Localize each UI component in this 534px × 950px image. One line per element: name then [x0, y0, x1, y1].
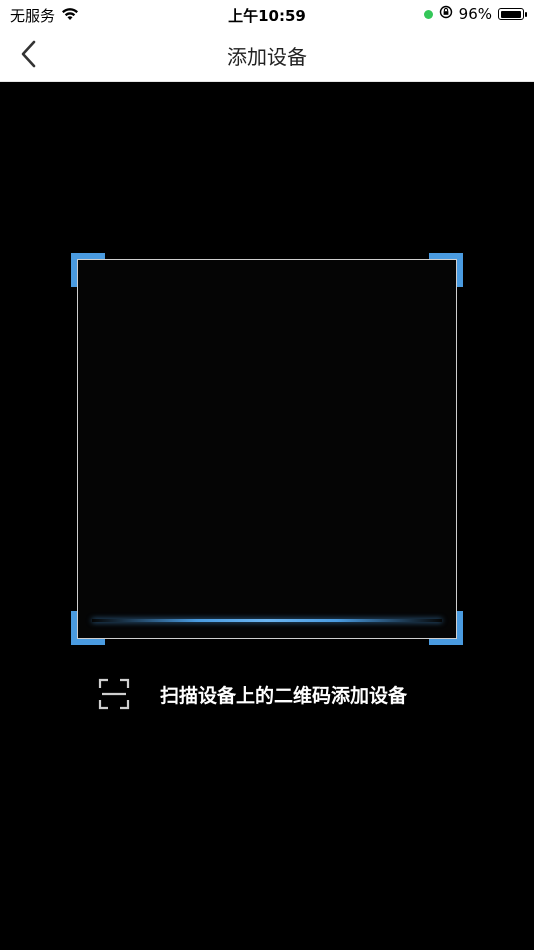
battery-icon — [498, 8, 527, 20]
screen: 无服务 上午10:59 96% 添加设备 扫描设备上的二维码添加设备 — [0, 0, 534, 950]
scan-hint: 扫描设备上的二维码添加设备 — [98, 678, 407, 710]
privacy-indicator-dot — [423, 9, 433, 19]
battery-percent: 96% — [458, 5, 492, 23]
scan-line — [92, 619, 442, 622]
scan-icon — [98, 678, 130, 710]
scan-frame — [77, 259, 457, 639]
status-bar: 无服务 上午10:59 96% — [0, 0, 534, 28]
rotation-lock-icon — [439, 5, 453, 23]
scan-corner-bottom-right — [429, 611, 463, 645]
page-title: 添加设备 — [227, 45, 307, 69]
status-right: 96% — [423, 5, 527, 23]
scan-corner-bottom-left — [71, 611, 105, 645]
scan-corner-top-left — [71, 253, 105, 287]
battery-fill — [500, 10, 521, 18]
nav-bar: 添加设备 — [0, 28, 534, 82]
scan-hint-text: 扫描设备上的二维码添加设备 — [160, 684, 408, 707]
scan-corner-top-right — [429, 253, 463, 287]
